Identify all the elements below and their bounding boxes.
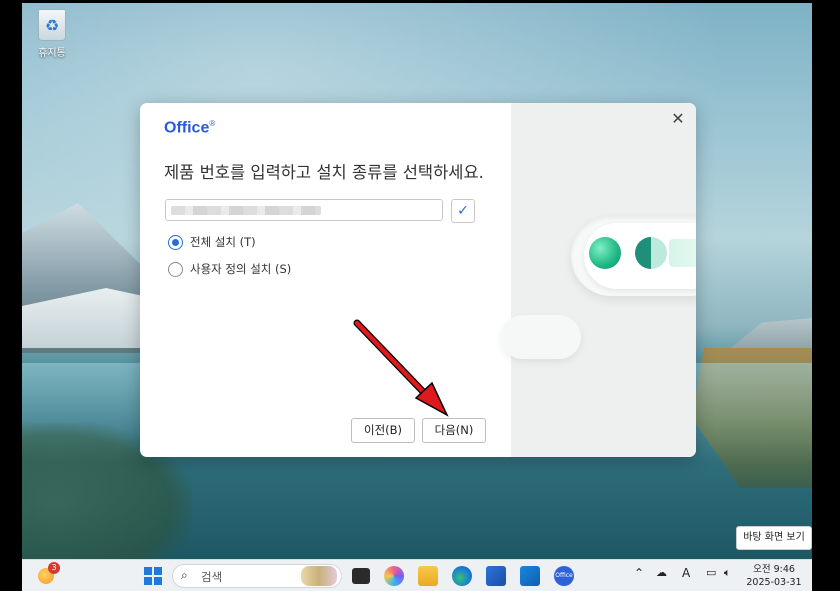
clock-time: 오전 9:46 [753, 564, 795, 575]
weather-widget[interactable]: 3 [36, 562, 60, 587]
outlook-icon[interactable] [520, 566, 540, 586]
search-box[interactable]: ⌕ 검색 [172, 564, 342, 588]
office-icon[interactable]: Office [554, 566, 574, 586]
clock[interactable]: 오전 9:46 2025-03-31 [744, 563, 804, 589]
edge-icon[interactable] [452, 566, 472, 586]
ime-indicator[interactable]: A [682, 566, 690, 580]
search-icon: ⌕ [181, 568, 188, 582]
red-arrow-icon [353, 319, 449, 417]
search-label: 검색 [201, 570, 223, 584]
chevron-up-icon[interactable]: ⌃ [634, 566, 644, 580]
desktop: ♻ 휴지통 ✕ Office® 제품 번호를 입력하고 설치 종류를 선택하세요… [22, 3, 812, 591]
copilot-icon[interactable] [384, 566, 404, 586]
start-button[interactable] [144, 567, 162, 585]
clock-date: 2025-03-31 [746, 577, 802, 588]
task-view-icon[interactable] [352, 568, 370, 584]
file-explorer-icon[interactable] [418, 566, 438, 586]
cloud-icon[interactable]: ☁ [656, 566, 667, 579]
store-icon[interactable] [486, 566, 506, 586]
show-desktop-tooltip: 바탕 화면 보기 [736, 526, 812, 550]
notification-badge: 3 [48, 562, 60, 574]
network-icon[interactable]: ▭ [706, 566, 716, 579]
volume-icon[interactable]: 🔈︎ [724, 566, 731, 580]
taskbar: 3 ⌕ 검색 Office ⌃ ☁ A ▭ 🔈︎ 오전 9:46 2025-03… [22, 559, 812, 591]
search-highlight-image [301, 566, 337, 586]
